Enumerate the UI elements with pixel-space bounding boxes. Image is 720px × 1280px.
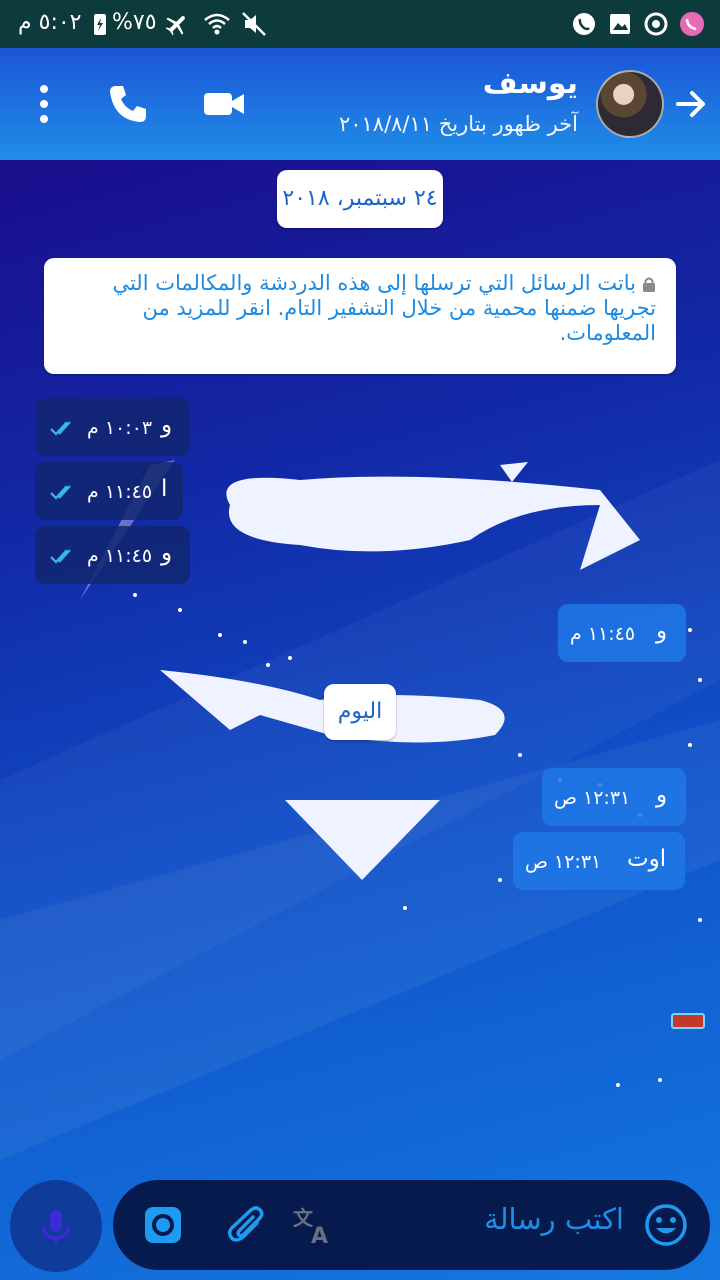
wifi-icon [204,13,230,35]
message-bubble[interactable]: ١٢:٣١ ص اوت [513,832,685,890]
read-ticks-icon [50,421,71,436]
back-arrow-icon[interactable] [666,80,714,128]
read-ticks-icon [50,485,71,500]
translate-icon[interactable]: 文 A [291,1201,339,1249]
mic-button[interactable] [10,1180,102,1272]
message-time: ١٢:٣١ ص [525,851,602,873]
message-time: ١١:٤٥ م [570,623,636,645]
message-bubble[interactable]: ١١:٤٥ م و [558,604,686,662]
today-chip: اليوم [324,684,396,740]
last-seen[interactable]: آخر ظهور بتاريخ ٢٠١٨/٨/١١ [339,112,578,136]
message-text: و [161,540,173,566]
camera-icon[interactable] [139,1201,187,1249]
svg-text:A: A [311,1224,328,1249]
gallery-icon [610,14,630,34]
status-time: ٥:٠٢ م [18,10,82,35]
encryption-notice[interactable]: باتت الرسائل التي ترسلها إلى هذه الدردشة… [44,258,676,374]
more-icon[interactable] [20,80,68,128]
message-text: و [656,782,668,808]
sync-icon [644,12,668,36]
message-time: ١١:٤٥ م [87,481,153,503]
battery-charging-icon [94,14,106,35]
avatar[interactable] [596,70,664,138]
message-bubble[interactable]: ١٠:٠٣ م و [35,398,190,456]
message-bubble[interactable]: ١٢:٣١ ص و [542,768,686,826]
mute-icon [242,12,266,36]
battery-percent: %٧٥ [112,10,157,35]
message-time: ١٢:٣١ ص [554,787,631,809]
message-text: ا [161,476,168,502]
read-ticks-icon [50,549,71,564]
viber-icon [680,12,704,36]
mic-icon [42,1210,70,1244]
attach-icon[interactable] [223,1201,271,1249]
message-text: و [161,412,173,438]
contact-name[interactable]: يوسف [483,66,578,101]
whatsapp-icon [573,13,595,35]
encryption-notice-text: باتت الرسائل التي ترسلها إلى هذه الدردشة… [112,271,656,345]
message-input-bar[interactable]: 文 A اكتب رسالة [113,1180,710,1270]
lock-icon [643,277,655,292]
message-text: اوت [627,846,667,872]
message-time: ١٠:٠٣ م [87,417,153,439]
airplane-icon [165,16,185,36]
message-bubble[interactable]: ١١:٤٥ م و [35,526,190,584]
message-input[interactable]: اكتب رسالة [484,1202,624,1236]
message-text: و [656,618,668,644]
video-call-icon[interactable] [200,80,248,128]
emoji-icon[interactable] [642,1201,690,1249]
phone-icon[interactable] [104,80,152,128]
status-bar: ٥:٠٢ م %٧٥ [0,0,720,48]
message-time: ١١:٤٥ م [87,545,153,567]
date-chip: ٢٤ سبتمبر، ٢٠١٨ [277,170,443,228]
chat-header: يوسف آخر ظهور بتاريخ ٢٠١٨/٨/١١ [0,48,720,160]
message-bubble[interactable]: ١١:٤٥ م ا [35,462,183,520]
